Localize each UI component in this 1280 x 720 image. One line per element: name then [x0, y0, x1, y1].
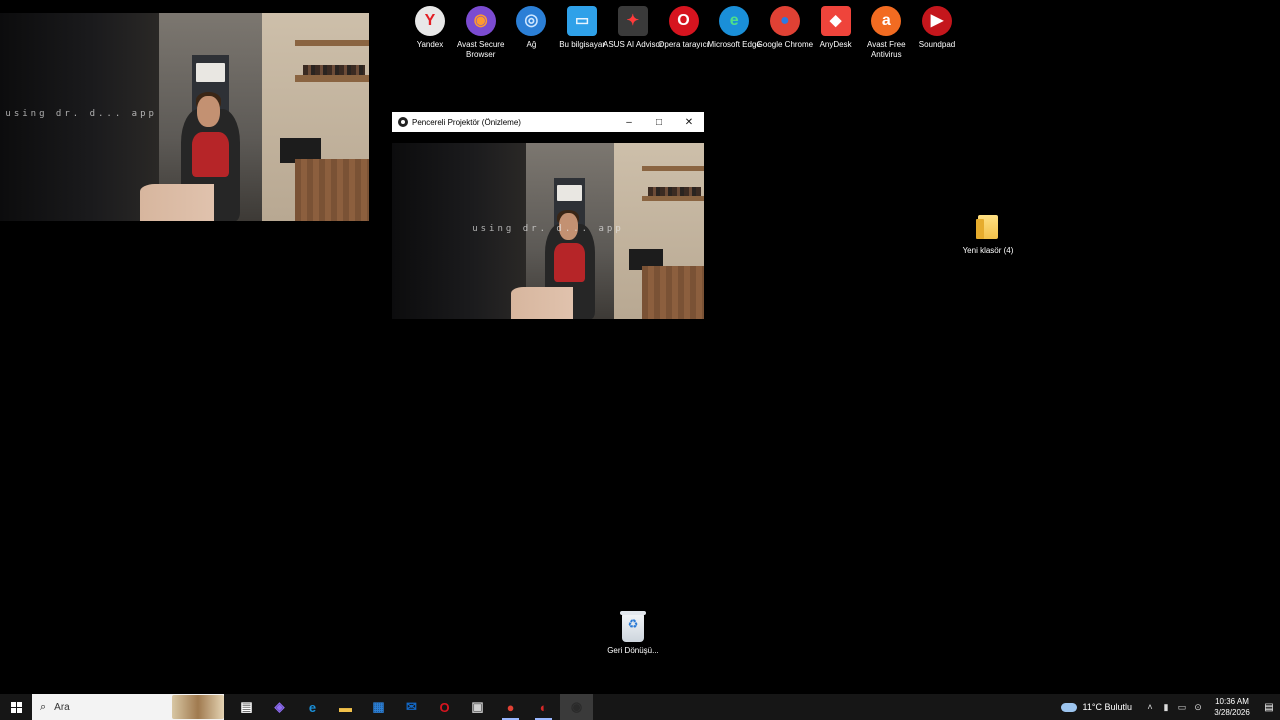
file-explorer-icon: ▬ [339, 699, 352, 715]
chrome-icon: ● [506, 699, 515, 715]
camera-watermark: using dr. d... app [5, 108, 157, 119]
google-chrome-glyph: ● [769, 6, 800, 36]
avast-secure-browser-icon: ◉ [464, 4, 498, 38]
network-icon: ◎ [514, 4, 548, 38]
volume-icon[interactable]: ⊙ [1190, 702, 1206, 713]
taskbar-app-microsoft-store[interactable]: ▦ [362, 694, 395, 720]
cloud-icon [1060, 702, 1077, 712]
obs-studio-icon: ◉ [570, 699, 583, 714]
show-hidden-icons[interactable]: ˄ [1142, 702, 1158, 712]
search-highlight-image [172, 695, 224, 719]
edge-icon: e [308, 699, 317, 715]
obs-alt-icon: ◐ [539, 699, 548, 715]
avast-free-antivirus-icon: a [869, 4, 903, 38]
weather-widget[interactable]: 11°C Bulutlu [1060, 702, 1132, 712]
opera-glyph: O [668, 6, 699, 36]
yandex-icon: Y [413, 4, 447, 38]
task-view-icon: ▤ [240, 699, 253, 714]
camera-scene: using dr. d... app [392, 143, 704, 319]
asus-ai-advisor-glyph: ✦ [617, 6, 648, 36]
recycle-bin-icon [620, 611, 646, 642]
clock-time: 10:36 AM [1215, 697, 1249, 706]
taskbar-app-chrome[interactable]: ● [494, 694, 527, 720]
camera-watermark: using dr. d... app [472, 223, 624, 234]
copilot-icon: ◈ [274, 699, 285, 714]
start-button[interactable] [0, 694, 32, 720]
system-tray: 11°C Bulutlu ˄ ▮ ▭ ⊙ 10:36 AM 3/28/2026 … [1060, 694, 1280, 720]
microsoft-store-icon: ▦ [372, 699, 385, 714]
google-chrome-icon: ● [768, 4, 802, 38]
notification-center-icon[interactable]: ▤ [1258, 694, 1280, 720]
window-titlebar[interactable]: Pencereli Projektör (Önizleme) – □ ✕ [392, 112, 704, 132]
soundpad-icon: ▶ [920, 4, 954, 38]
taskbar-app-outlook[interactable]: ✉ [395, 694, 428, 720]
desktop-icon-soundpad[interactable]: ▶ Soundpad [906, 4, 968, 50]
microsoft-edge-icon: e [717, 4, 751, 38]
minimize-button[interactable]: – [614, 112, 644, 132]
taskbar-app-obs-alt[interactable]: ◐ [527, 694, 560, 720]
search-placeholder: Ara [54, 701, 70, 713]
taskbar-app-app-window[interactable]: ▣ [461, 694, 494, 720]
soundpad-glyph: ▶ [922, 6, 952, 36]
taskbar-app-edge[interactable]: e [296, 694, 329, 720]
yandex-glyph: Y [415, 6, 445, 36]
asus-ai-advisor-icon: ✦ [616, 4, 650, 38]
desktop-icon-new-folder[interactable]: Yeni klasör (4) [957, 210, 1019, 256]
taskbar: ⌕ Ara ▤ ◈ e ▬ ▦ ✉ O ▣ ● ◐ ◉ 11°C Bulutlu ˄ ▮ ▭ ⊙ 1… [0, 694, 1280, 720]
microsoft-edge-glyph: e [719, 6, 750, 36]
anydesk-icon: ◆ [819, 4, 853, 38]
search-icon: ⌕ [40, 700, 47, 713]
network-glyph: ◎ [516, 6, 547, 36]
opera-icon: O [439, 699, 450, 715]
app-window-icon: ▣ [471, 699, 484, 714]
projector-preview: using dr. d... app [392, 143, 704, 319]
folder-icon [971, 210, 1005, 244]
clock-date: 3/28/2026 [1214, 708, 1250, 717]
close-button[interactable]: ✕ [674, 112, 704, 132]
projector-window[interactable]: Pencereli Projektör (Önizleme) – □ ✕ usi… [392, 112, 704, 330]
outlook-icon: ✉ [406, 699, 417, 714]
window-title: Pencereli Projektör (Önizleme) [412, 117, 521, 127]
desktop-icon-label: Yeni klasör (4) [962, 246, 1014, 255]
taskbar-search[interactable]: ⌕ Ara [32, 694, 224, 720]
taskbar-app-task-view[interactable]: ▤ [230, 694, 263, 720]
anydesk-glyph: ◆ [820, 6, 851, 36]
microphone-icon[interactable]: ▮ [1158, 702, 1174, 713]
desktop-icon-label: Geri Dönüşü... [607, 646, 659, 655]
network-icon[interactable]: ▭ [1174, 702, 1190, 713]
this-pc-glyph: ▭ [567, 6, 598, 36]
opera-icon: O [667, 4, 701, 38]
camera-scene: using dr. d... app [0, 13, 369, 221]
taskbar-app-opera[interactable]: O [428, 694, 461, 720]
taskbar-apps: ▤ ◈ e ▬ ▦ ✉ O ▣ ● ◐ ◉ [230, 694, 593, 720]
taskbar-app-obs-studio[interactable]: ◉ [560, 694, 593, 720]
desktop-icon-label: Soundpad [918, 40, 956, 49]
clock[interactable]: 10:36 AM 3/28/2026 [1210, 696, 1254, 718]
avast-secure-browser-glyph: ◉ [465, 6, 496, 36]
taskbar-app-copilot[interactable]: ◈ [263, 694, 296, 720]
this-pc-icon: ▭ [565, 4, 599, 38]
windows-icon [10, 701, 22, 713]
camera-feed-overlay: using dr. d... app [0, 13, 369, 221]
taskbar-app-file-explorer[interactable]: ▬ [329, 694, 362, 720]
desktop-icon-recycle-bin[interactable]: Geri Dönüşü... [602, 611, 664, 656]
avast-free-antivirus-glyph: a [871, 6, 902, 36]
weather-text: 11°C Bulutlu [1082, 702, 1132, 712]
maximize-button[interactable]: □ [644, 112, 674, 132]
obs-app-icon [398, 117, 408, 127]
